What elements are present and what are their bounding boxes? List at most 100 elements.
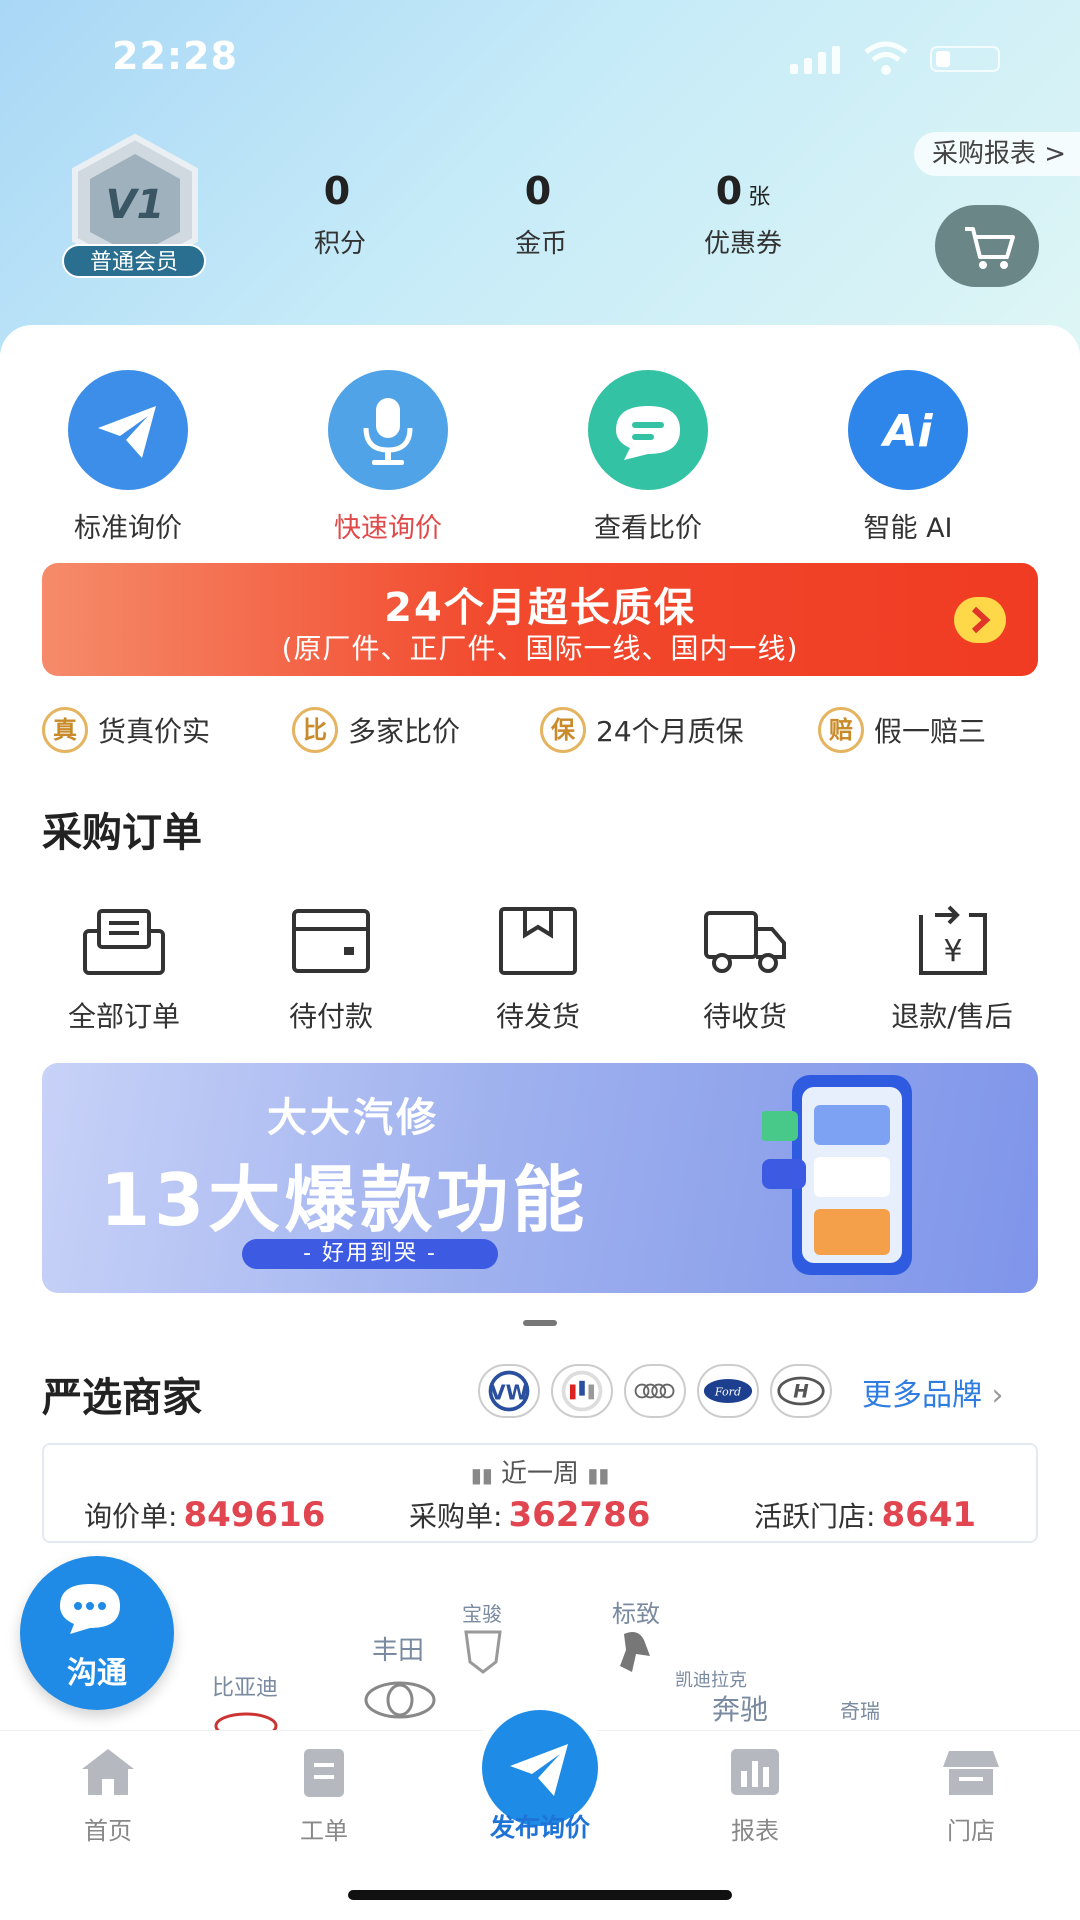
- all-orders-button[interactable]: 全部订单: [29, 905, 219, 1035]
- pending-receipt-label: 待收货: [702, 1000, 787, 1033]
- guarantee-compensation: 赔 假一赔三: [818, 705, 986, 755]
- coupons-stat[interactable]: 0张 优惠券: [668, 170, 818, 260]
- guarantee-compensation-label: 假一赔三: [874, 715, 987, 748]
- svg-text:H: H: [793, 1381, 809, 1402]
- svg-text:VW: VW: [490, 1380, 528, 1404]
- more-brands-label: 更多品牌: [862, 1378, 982, 1413]
- wallet-icon: [292, 909, 370, 973]
- warranty-promo-title: 24个月超长质保: [384, 585, 696, 631]
- buick-logo-icon[interactable]: [551, 1364, 613, 1418]
- drag-handle[interactable]: [523, 1320, 557, 1326]
- tab-work-order[interactable]: 工单: [264, 1745, 384, 1846]
- view-comparison-button[interactable]: 查看比价: [558, 370, 738, 545]
- smart-ai-label: 智能 AI: [863, 513, 953, 544]
- chat-button[interactable]: 沟通: [20, 1556, 174, 1710]
- home-icon: [82, 1749, 134, 1795]
- guarantee-compare-label: 多家比价: [348, 715, 461, 748]
- ai-icon: Ai: [848, 370, 968, 490]
- weekly-period: ▮▮ 近一周 ▮▮: [470, 1459, 610, 1489]
- home-indicator: [348, 1890, 732, 1900]
- tab-store[interactable]: 门店: [911, 1745, 1031, 1846]
- store-icon: [943, 1751, 999, 1795]
- warranty-promo-subtitle: (原厂件、正厂件、国际一线、国内一线): [281, 632, 799, 665]
- pending-payment-button[interactable]: 待付款: [236, 905, 426, 1035]
- cart-button[interactable]: [935, 205, 1039, 287]
- pending-shipment-label: 待发货: [495, 1000, 580, 1033]
- points-value: 0: [323, 169, 351, 213]
- svg-text:Ai: Ai: [880, 406, 933, 457]
- phone-illustration-icon: [762, 1075, 912, 1275]
- quick-inquiry-button[interactable]: 快速询价: [298, 370, 478, 545]
- wifi-icon: [864, 41, 908, 75]
- pending-shipment-button[interactable]: 待发货: [443, 905, 633, 1035]
- tab-store-label: 门店: [947, 1817, 995, 1845]
- bar-chart-icon: [731, 1749, 779, 1795]
- tab-reports[interactable]: 报表: [695, 1745, 815, 1846]
- guarantee-compare: 比 多家比价: [292, 705, 460, 755]
- quick-inquiry-label: 快速询价: [334, 513, 442, 544]
- coupons-label: 优惠券: [703, 229, 782, 259]
- feature-banner-headline: 13大爆款功能: [100, 1158, 589, 1242]
- peugeot-logo-icon: [620, 1632, 650, 1672]
- brand-peugeot[interactable]: 标致: [612, 1594, 660, 1629]
- volkswagen-logo-icon[interactable]: VW: [478, 1364, 540, 1418]
- more-brands-link[interactable]: 更多品牌 ›: [862, 1370, 1004, 1414]
- pending-payment-label: 待付款: [288, 1000, 373, 1033]
- audi-logo-icon[interactable]: [624, 1364, 686, 1418]
- pending-receipt-button[interactable]: 待收货: [650, 905, 840, 1035]
- tab-home-label: 首页: [84, 1817, 132, 1845]
- genuine-badge-icon: 真: [42, 707, 88, 753]
- paper-plane-icon: [68, 370, 188, 490]
- bar-chart-icon: ▮▮: [470, 1463, 493, 1487]
- guarantee-genuine: 真 货真价实: [42, 705, 210, 755]
- purchase-count-stat: 采购单: 362786: [409, 1495, 651, 1535]
- refund-icon: ¥: [919, 905, 987, 975]
- brand-baojun[interactable]: 宝骏: [462, 1598, 502, 1627]
- feature-banner-brand: 大大汽修: [267, 1095, 439, 1141]
- byd-logo-icon: [214, 1712, 278, 1730]
- microphone-icon: [328, 370, 448, 490]
- feature-banner[interactable]: 大大汽修 13大爆款功能 - 好用到哭 -: [42, 1063, 1038, 1293]
- battery-icon: [930, 46, 1000, 72]
- guarantee-warranty: 保 24个月质保: [540, 705, 744, 755]
- guarantee-warranty-label: 24个月质保: [596, 715, 744, 748]
- coins-value: 0: [524, 169, 552, 213]
- tab-home[interactable]: 首页: [48, 1745, 168, 1846]
- coupons-value: 0张: [715, 169, 771, 213]
- tab-publish-inquiry-label: 发布询价: [489, 1813, 590, 1842]
- refund-aftersale-button[interactable]: ¥ 退款/售后: [857, 905, 1047, 1035]
- warranty-badge-icon: 保: [540, 707, 586, 753]
- brand-byd[interactable]: 比亚迪: [212, 1670, 278, 1702]
- clipboard-icon: [304, 1749, 344, 1797]
- compensation-badge-icon: 赔: [818, 707, 864, 753]
- brand-benz[interactable]: 奔驰: [712, 1688, 768, 1728]
- purchase-orders-title: 采购订单: [42, 810, 202, 856]
- purchase-report-link[interactable]: 采购报表 >: [914, 132, 1080, 176]
- standard-inquiry-label: 标准询价: [74, 513, 182, 544]
- arrow-right-icon: [954, 597, 1006, 643]
- guarantee-genuine-label: 货真价实: [98, 715, 211, 748]
- points-stat[interactable]: 0 积分: [265, 170, 415, 260]
- chat-bubble-icon: [588, 370, 708, 490]
- inquiry-count-stat: 询价单: 849616: [84, 1495, 326, 1535]
- ford-logo-icon[interactable]: Ford: [697, 1364, 759, 1418]
- truck-icon: [704, 911, 786, 973]
- selected-merchants-title: 严选商家: [42, 1375, 202, 1421]
- member-level-text: V1: [106, 182, 165, 228]
- smart-ai-button[interactable]: Ai 智能 AI: [818, 370, 998, 545]
- brand-chery[interactable]: 奇瑞: [840, 1695, 880, 1724]
- cart-icon: [965, 227, 1015, 269]
- box-icon: [499, 907, 577, 975]
- warranty-promo-banner[interactable]: 24个月超长质保 (原厂件、正厂件、国际一线、国内一线): [42, 563, 1038, 676]
- standard-inquiry-button[interactable]: 标准询价: [38, 370, 218, 545]
- coins-stat[interactable]: 0 金币: [466, 170, 616, 260]
- points-label: 积分: [313, 229, 366, 259]
- member-level-label: 普通会员: [62, 244, 206, 278]
- compare-badge-icon: 比: [292, 707, 338, 753]
- status-bar: 22:28: [0, 0, 1080, 110]
- brand-toyota[interactable]: 丰田: [372, 1630, 424, 1667]
- all-orders-label: 全部订单: [67, 1000, 180, 1033]
- active-stores-stat: 活跃门店: 8641: [754, 1495, 977, 1535]
- weekly-stats-box: ▮▮ 近一周 ▮▮ 询价单: 849616 采购单: 362786 活跃门店: 864…: [42, 1443, 1038, 1543]
- hyundai-logo-icon[interactable]: H: [770, 1364, 832, 1418]
